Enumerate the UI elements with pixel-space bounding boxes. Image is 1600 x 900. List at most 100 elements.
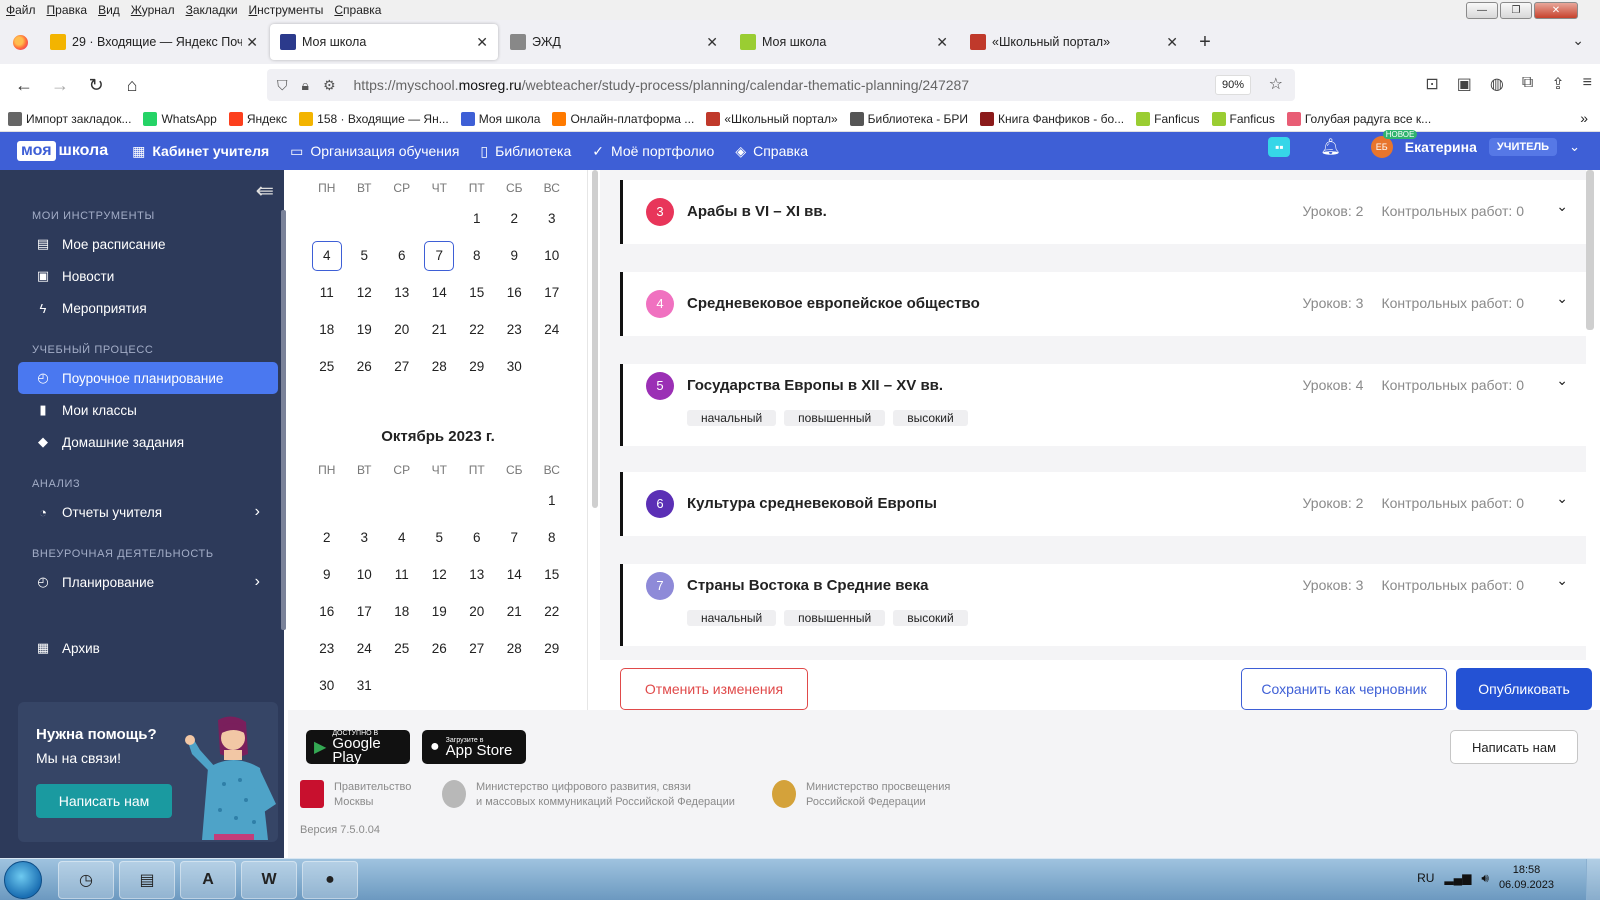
volume-icon[interactable]: 🔊︎ <box>1481 871 1489 886</box>
org-moscow-government[interactable]: Правительство Москвы <box>300 780 411 810</box>
topic-card[interactable]: 4 Средневековое европейское общество Уроко… <box>620 272 1586 336</box>
url-bar[interactable]: ⛉ 🔒︎ ⚙︎ https://myschool. mosreg.ru/webteac… <box>267 69 1295 101</box>
topic-card[interactable]: 5 Государства Европы в XII – XV вв. Уроков… <box>620 364 1586 446</box>
browser-tab[interactable]: Моя школа ✕ <box>730 24 958 60</box>
calendar-day[interactable]: 29 <box>458 348 496 385</box>
chevron-down-icon[interactable]: ⌄ <box>1556 372 1568 389</box>
calendar-day[interactable]: 3 <box>533 200 571 237</box>
user-name[interactable]: Екатерина <box>1405 139 1477 155</box>
calendar-day[interactable]: 1 <box>458 200 496 237</box>
bookmark-star-icon[interactable]: ☆ <box>1269 74 1283 94</box>
bookmark-item[interactable]: Fanficus <box>1136 111 1200 126</box>
bookmark-item[interactable]: WhatsApp <box>143 111 217 126</box>
calendar-day[interactable]: 30 <box>496 348 534 385</box>
bookmark-item[interactable]: Книга Фанфиков - бо... <box>980 111 1124 126</box>
calendar-day[interactable]: 4 <box>308 237 346 274</box>
calendar-day[interactable]: 17 <box>533 274 571 311</box>
header-nav-item[interactable]: ✓ Моё портфолио <box>592 143 714 160</box>
puzzle-icon[interactable]: ⧉ <box>1522 74 1533 94</box>
topic-card[interactable]: 3 Арабы в VI – XI вв. Уроков: 2 Контрольных… <box>620 180 1586 244</box>
calendar-day[interactable]: 27 <box>383 348 421 385</box>
bookmarks-overflow-icon[interactable]: » <box>1580 110 1588 126</box>
calendar-day[interactable]: 13 <box>383 274 421 311</box>
bookmark-item[interactable]: Голубая радуга все к... <box>1286 111 1431 126</box>
calendar-day[interactable]: 8 <box>533 519 571 556</box>
bookmark-item[interactable]: Моя школа <box>460 111 540 126</box>
browser-tab[interactable]: ЭЖД ✕ <box>500 24 728 60</box>
new-tab-button[interactable]: + <box>1190 31 1220 54</box>
back-arrow-icon[interactable]: ← <box>6 75 42 96</box>
help-write-us-button[interactable]: Написать нам <box>36 784 172 818</box>
language-indicator[interactable]: RU <box>1417 871 1434 885</box>
menu-item[interactable]: Вид <box>98 3 120 17</box>
sidebar-scrollbar[interactable] <box>281 210 286 630</box>
calendar-day[interactable]: 5 <box>346 237 384 274</box>
clock[interactable]: 18:58 06.09.2023 <box>1499 863 1554 893</box>
chat-icon[interactable]: ▪▪ <box>1268 137 1291 157</box>
calendar-day[interactable]: 2 <box>308 519 346 556</box>
menu-item[interactable]: Журнал <box>131 3 175 17</box>
lock-icon[interactable]: 🔒︎ <box>302 77 309 94</box>
header-nav-item[interactable]: ▭ Организация обучения <box>290 143 459 160</box>
bookmark-item[interactable]: Яндекс <box>228 111 287 126</box>
calendar-day[interactable]: 18 <box>383 593 421 630</box>
chevron-down-icon[interactable]: ⌄ <box>1556 490 1568 507</box>
app-logo[interactable]: моя школа <box>17 141 108 161</box>
calendar-day[interactable]: 11 <box>308 274 346 311</box>
firefox-menu-button[interactable] <box>0 20 40 64</box>
close-tab-icon[interactable]: ✕ <box>246 34 258 51</box>
calendar-day[interactable]: 7 <box>496 519 534 556</box>
chevron-down-icon[interactable]: ⌄ <box>1556 572 1568 589</box>
role-badge[interactable]: УЧИТЕЛЬ <box>1488 138 1558 156</box>
header-nav-item[interactable]: ▦ Кабинет учителя <box>132 143 269 160</box>
close-window-button[interactable]: ✕ <box>1534 2 1578 19</box>
calendar-day[interactable]: 26 <box>346 348 384 385</box>
home-icon[interactable]: ⌂ <box>114 75 150 96</box>
chevron-down-icon[interactable]: ⌄ <box>1556 290 1568 307</box>
org-ministry-education[interactable]: Министерство просвещения Российской Федер… <box>772 780 950 810</box>
calendar-day[interactable]: 7 <box>421 237 459 274</box>
calendar-day[interactable]: 20 <box>383 311 421 348</box>
forward-arrow-icon[interactable]: → <box>42 75 78 96</box>
extension-icon[interactable]: ▣ <box>1457 74 1472 94</box>
save-draft-button[interactable]: Сохранить как черновник <box>1241 668 1447 710</box>
calendar-day[interactable]: 30 <box>308 667 346 704</box>
sidebar-item[interactable]: ▣ Новости <box>18 260 278 292</box>
calendar-day[interactable]: 21 <box>496 593 534 630</box>
browser-tab[interactable]: «Школьный портал» ✕ <box>960 24 1188 60</box>
zoom-level[interactable]: 90% <box>1214 75 1251 95</box>
calendar-day[interactable]: 23 <box>308 630 346 667</box>
calendar-day[interactable]: 16 <box>308 593 346 630</box>
user-menu-chevron-icon[interactable]: ⌄ <box>1569 139 1580 155</box>
show-desktop-button[interactable] <box>1586 859 1600 900</box>
bookmark-item[interactable]: Онлайн-платформа ... <box>552 111 694 126</box>
topic-card[interactable]: 7 Страны Востока в Средние века Уроков: 3 К… <box>620 564 1586 646</box>
sidebar-item[interactable]: ◔ Отчеты учителя › <box>18 496 278 528</box>
calendar-day[interactable]: 26 <box>421 630 459 667</box>
calendar-day[interactable]: 22 <box>533 593 571 630</box>
calendar-day[interactable]: 6 <box>383 237 421 274</box>
pdf-app[interactable]: A <box>180 861 236 899</box>
topic-card[interactable]: 6 Культура средневековой Европы Уроков: 2 К… <box>620 472 1586 536</box>
calendar-day[interactable]: 19 <box>346 311 384 348</box>
minimize-button[interactable]: — <box>1466 2 1498 19</box>
calendar-day[interactable]: 15 <box>533 556 571 593</box>
calendar-day[interactable]: 25 <box>383 630 421 667</box>
calendar-day[interactable]: 14 <box>496 556 534 593</box>
explorer-app[interactable]: ▤ <box>119 861 175 899</box>
browser-tab[interactable]: 29 · Входящие — Яндекс Почта ✕ <box>40 24 268 60</box>
calendar-day[interactable]: 2 <box>496 200 534 237</box>
sidebar-item[interactable]: ▮ Мои классы <box>18 394 278 426</box>
pocket-icon[interactable]: ⊡ <box>1425 74 1438 94</box>
calendar-day[interactable]: 9 <box>308 556 346 593</box>
main-scrollbar[interactable] <box>1586 170 1594 330</box>
calendar-day[interactable]: 10 <box>346 556 384 593</box>
word-app[interactable]: W <box>241 861 297 899</box>
hamburger-menu-icon[interactable]: ≡ <box>1583 74 1592 94</box>
menu-item[interactable]: Файл <box>6 3 36 17</box>
calendar-day[interactable]: 6 <box>458 519 496 556</box>
bookmark-item[interactable]: «Школьный портал» <box>706 111 838 126</box>
calendar-day[interactable]: 14 <box>421 274 459 311</box>
chevron-down-icon[interactable]: ⌄ <box>1556 198 1568 215</box>
google-play-button[interactable]: ▶ ДОСТУПНО В Google Play <box>306 730 410 765</box>
